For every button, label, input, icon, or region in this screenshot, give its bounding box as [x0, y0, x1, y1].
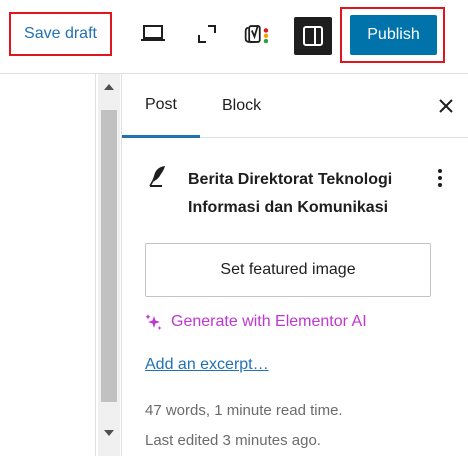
- save-draft-label: Save draft: [24, 25, 97, 42]
- word-count: 47 words, 1 minute read time.: [145, 402, 343, 419]
- post-title: Berita Direktorat Teknologi Informasi da…: [188, 171, 393, 216]
- yoast-seo-button[interactable]: [243, 19, 273, 49]
- editor-canvas[interactable]: [0, 74, 96, 456]
- fullscreen-icon: [198, 25, 216, 43]
- tab-block-label: Block: [222, 97, 262, 114]
- set-featured-image-button[interactable]: Set featured image: [145, 243, 431, 297]
- add-excerpt-link[interactable]: Add an excerpt…: [145, 356, 269, 374]
- more-vertical-icon: [438, 169, 442, 187]
- tab-post[interactable]: Post: [122, 74, 200, 138]
- sidebar-tabs: Post Block: [122, 74, 468, 138]
- editor-toolbar: Save draft Publish: [0, 0, 468, 74]
- sparkle-icon: [145, 314, 162, 330]
- yoast-seo-icon: [244, 24, 269, 44]
- tab-block[interactable]: Block: [222, 74, 261, 138]
- editor-scrollbar[interactable]: [98, 74, 120, 456]
- tab-post-label: Post: [144, 95, 177, 113]
- caret-up-icon: [104, 84, 114, 90]
- scroll-down-arrow[interactable]: [98, 426, 120, 440]
- post-actions-button[interactable]: [430, 164, 450, 192]
- close-sidebar-button[interactable]: [434, 94, 458, 118]
- save-draft-button[interactable]: Save draft: [9, 12, 112, 56]
- publish-button[interactable]: Publish: [350, 15, 437, 55]
- fullscreen-button[interactable]: [192, 19, 222, 49]
- desktop-preview-icon: [141, 25, 165, 41]
- scroll-up-arrow[interactable]: [98, 80, 120, 94]
- desktop-preview-button[interactable]: [138, 19, 168, 49]
- settings-sidebar-icon: [303, 26, 323, 46]
- close-icon: [439, 99, 453, 113]
- last-edited: Last edited 3 minutes ago.: [145, 432, 321, 449]
- caret-down-icon: [104, 430, 114, 436]
- featured-image-label: Set featured image: [220, 261, 356, 278]
- settings-sidebar-toggle[interactable]: [294, 17, 332, 55]
- elementor-ai-label: Generate with Elementor AI: [171, 313, 367, 330]
- settings-sidebar: Post Block Berita Direktorat Teknologi I…: [121, 74, 468, 456]
- generate-elementor-ai-button[interactable]: Generate with Elementor AI: [145, 310, 367, 334]
- publish-highlight: Publish: [340, 7, 445, 63]
- publish-label: Publish: [367, 26, 420, 43]
- scroll-thumb[interactable]: [101, 110, 117, 402]
- feather-icon: [149, 166, 165, 187]
